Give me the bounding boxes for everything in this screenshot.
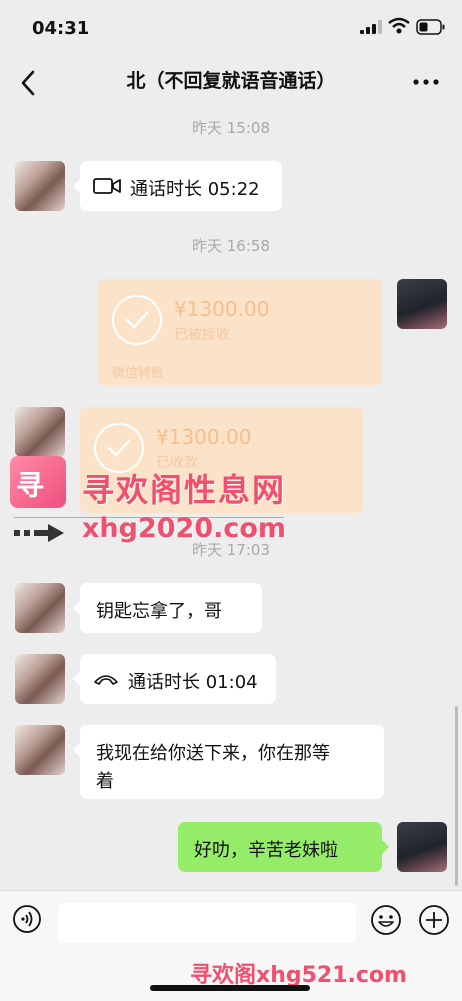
avatar[interactable] [397,822,447,872]
transfer-amount: ¥1300.00 [174,297,270,321]
avatar[interactable] [15,161,65,211]
emoji-icon[interactable] [370,904,402,936]
wifi-icon [388,17,410,34]
call-duration: 通话时长 05:22 [130,179,260,200]
message-input[interactable] [58,903,356,943]
status-time: 04:31 [32,18,90,39]
scrollbar[interactable] [455,706,458,886]
timestamp: 昨天 17:03 [192,541,270,559]
chat-title: 北（不回复就语音通话） [126,70,336,92]
home-indicator[interactable] [150,985,310,991]
message-text: 钥匙忘拿了，哥 [96,601,222,622]
watermark-logo: 寻 [10,456,66,508]
avatar[interactable] [15,654,65,704]
check-circle-icon [112,295,162,345]
message-text: 好叻，辛苦老妹啦 [194,840,338,861]
timestamp: 昨天 16:58 [192,237,270,255]
plus-icon[interactable] [418,904,450,936]
avatar[interactable] [15,583,65,633]
message-text: 我现在给你送下来，你在那等 [96,743,330,764]
battery-icon [416,19,445,35]
message-text: 着 [96,771,114,792]
transfer-status: 已被接收 [174,327,230,343]
avatar[interactable] [397,279,447,329]
timestamp: 昨天 15:08 [192,119,270,137]
call-bubble[interactable]: 通话时长 01:04 [73,654,276,704]
message-bubble[interactable]: 我现在给你送下来，你在那等 着 [73,725,384,799]
call-duration: 通话时长 01:04 [128,672,258,693]
avatar[interactable] [15,725,65,775]
message-bubble[interactable]: 钥匙忘拿了，哥 [73,583,262,633]
message-bubble[interactable]: 好叻，辛苦老妹啦 [178,822,389,872]
cellular-signal-icon [360,20,382,34]
transfer-amount: ¥1300.00 [156,425,252,449]
watermark-text: 寻欢阁性息网 [82,471,287,509]
phone-hangup-icon [94,675,118,685]
avatar[interactable] [15,407,65,457]
video-call-icon [93,178,121,194]
transfer-footer: 微信转账 [112,366,165,381]
voice-input-icon[interactable] [12,904,42,934]
more-icon[interactable] [408,68,444,96]
transfer-card[interactable]: ¥1300.00 已被接收 微信转账 [98,279,382,385]
call-bubble[interactable]: 通话时长 05:22 [73,161,282,211]
